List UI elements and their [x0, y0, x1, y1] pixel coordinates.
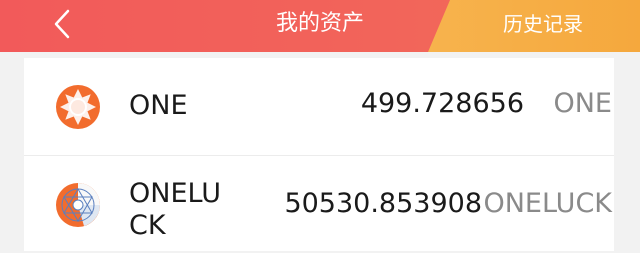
history-button[interactable]: 历史记录 — [478, 0, 608, 52]
asset-row-one[interactable]: ONE 499.728656 ONE — [24, 58, 614, 156]
asset-name: ONE — [129, 90, 188, 121]
asset-unit: ONELUCK — [483, 188, 612, 219]
asset-unit: ONE — [553, 88, 612, 119]
one-coin-icon — [54, 83, 102, 131]
back-button[interactable] — [47, 8, 77, 40]
asset-list: ONE 499.728656 ONE ONELUCK 50530.853908 … — [24, 58, 614, 251]
back-chevron-icon — [54, 9, 70, 39]
oneluck-coin-icon — [54, 181, 102, 229]
top-bar: 我的资产 历史记录 — [0, 0, 640, 52]
asset-name: ONELUCK — [129, 178, 221, 241]
asset-row-oneluck[interactable]: ONELUCK 50530.853908 ONELUCK — [24, 156, 614, 253]
asset-amount: 50530.853908 — [284, 188, 482, 219]
asset-amount: 499.728656 — [360, 88, 524, 119]
